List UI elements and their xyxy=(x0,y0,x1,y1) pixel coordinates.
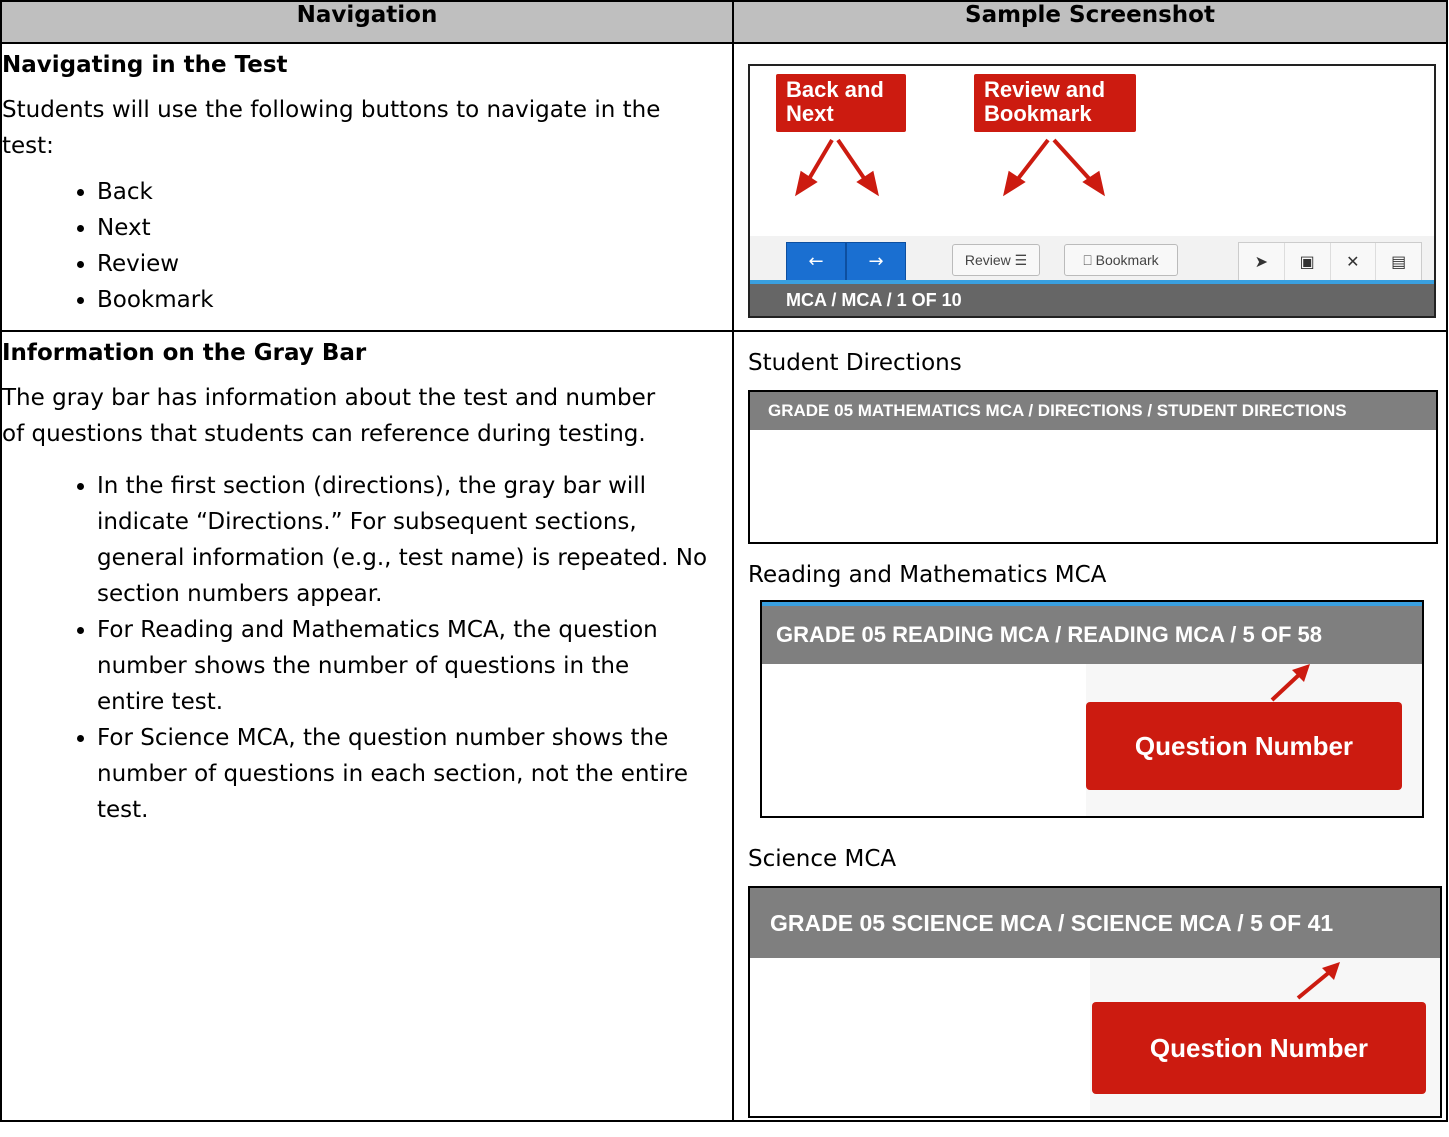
navigating-screenshot-cell: Back and Next Review and Bookmark ← → Re… xyxy=(732,42,1448,332)
navigating-intro: Students will use the following buttons … xyxy=(2,97,661,159)
list-item: In the first section (directions), the g… xyxy=(97,468,722,612)
list-item: Next xyxy=(97,210,732,246)
question-number-callout: Question Number xyxy=(1086,702,1402,790)
notepad-icon[interactable]: ▣ xyxy=(1285,243,1331,281)
tool-buttons: ➤ ▣ ✕ ▤ xyxy=(1238,242,1422,282)
header-sample-screenshot: Sample Screenshot xyxy=(732,0,1448,44)
next-button[interactable]: → xyxy=(846,242,906,282)
nav-button-list: Back Next Review Bookmark xyxy=(2,174,732,318)
list-item: For Science MCA, the question number sho… xyxy=(97,720,722,828)
reading-math-label: Reading and Mathematics MCA xyxy=(748,562,1107,588)
gray-bar-info-cell: Information on the Gray Bar The gray bar… xyxy=(0,330,734,1122)
back-button[interactable]: ← xyxy=(786,242,846,282)
gray-bar-bullets: In the first section (directions), the g… xyxy=(2,468,732,828)
gray-bar-heading: Information on the Gray Bar xyxy=(2,340,367,366)
header-navigation: Navigation xyxy=(0,0,734,44)
bookmark-button[interactable]: ⎕ Bookmark xyxy=(1064,244,1178,276)
list-item: For Reading and Mathematics MCA, the que… xyxy=(97,612,722,720)
list-item: Review xyxy=(97,246,732,282)
gray-bar: MCA / MCA / 1 OF 10 xyxy=(750,284,1434,316)
directions-gray-bar: GRADE 05 MATHEMATICS MCA / DIRECTIONS / … xyxy=(750,392,1436,430)
student-directions-sample: GRADE 05 MATHEMATICS MCA / DIRECTIONS / … xyxy=(748,390,1438,544)
student-directions-label: Student Directions xyxy=(748,350,962,376)
pointer-icon[interactable]: ➤ xyxy=(1239,243,1285,281)
calculator-icon[interactable]: ▤ xyxy=(1376,243,1421,281)
list-item: Bookmark xyxy=(97,282,732,318)
list-item: Back xyxy=(97,174,732,210)
toolbar: ← → Review ☰ ⎕ Bookmark ➤ ▣ ✕ ▤ xyxy=(750,236,1434,282)
navigating-cell: Navigating in the Test Students will use… xyxy=(0,42,734,332)
strikethrough-icon[interactable]: ✕ xyxy=(1331,243,1377,281)
science-label: Science MCA xyxy=(748,846,897,872)
navigating-heading: Navigating in the Test xyxy=(2,52,288,78)
navigation-sample-screenshot: Back and Next Review and Bookmark ← → Re… xyxy=(748,64,1436,318)
navigation-table: Navigation Sample Screenshot Navigating … xyxy=(0,0,1448,1122)
question-number-callout: Question Number xyxy=(1092,1002,1426,1094)
gray-bar-intro: The gray bar has information about the t… xyxy=(2,385,656,447)
science-sample: GRADE 05 SCIENCE MCA / SCIENCE MCA / 5 O… xyxy=(748,886,1442,1118)
reading-math-sample: GRADE 05 READING MCA / READING MCA / 5 O… xyxy=(760,600,1424,818)
gray-bar-screenshot-cell: Student Directions GRADE 05 MATHEMATICS … xyxy=(732,330,1448,1122)
review-button[interactable]: Review ☰ xyxy=(952,244,1040,276)
